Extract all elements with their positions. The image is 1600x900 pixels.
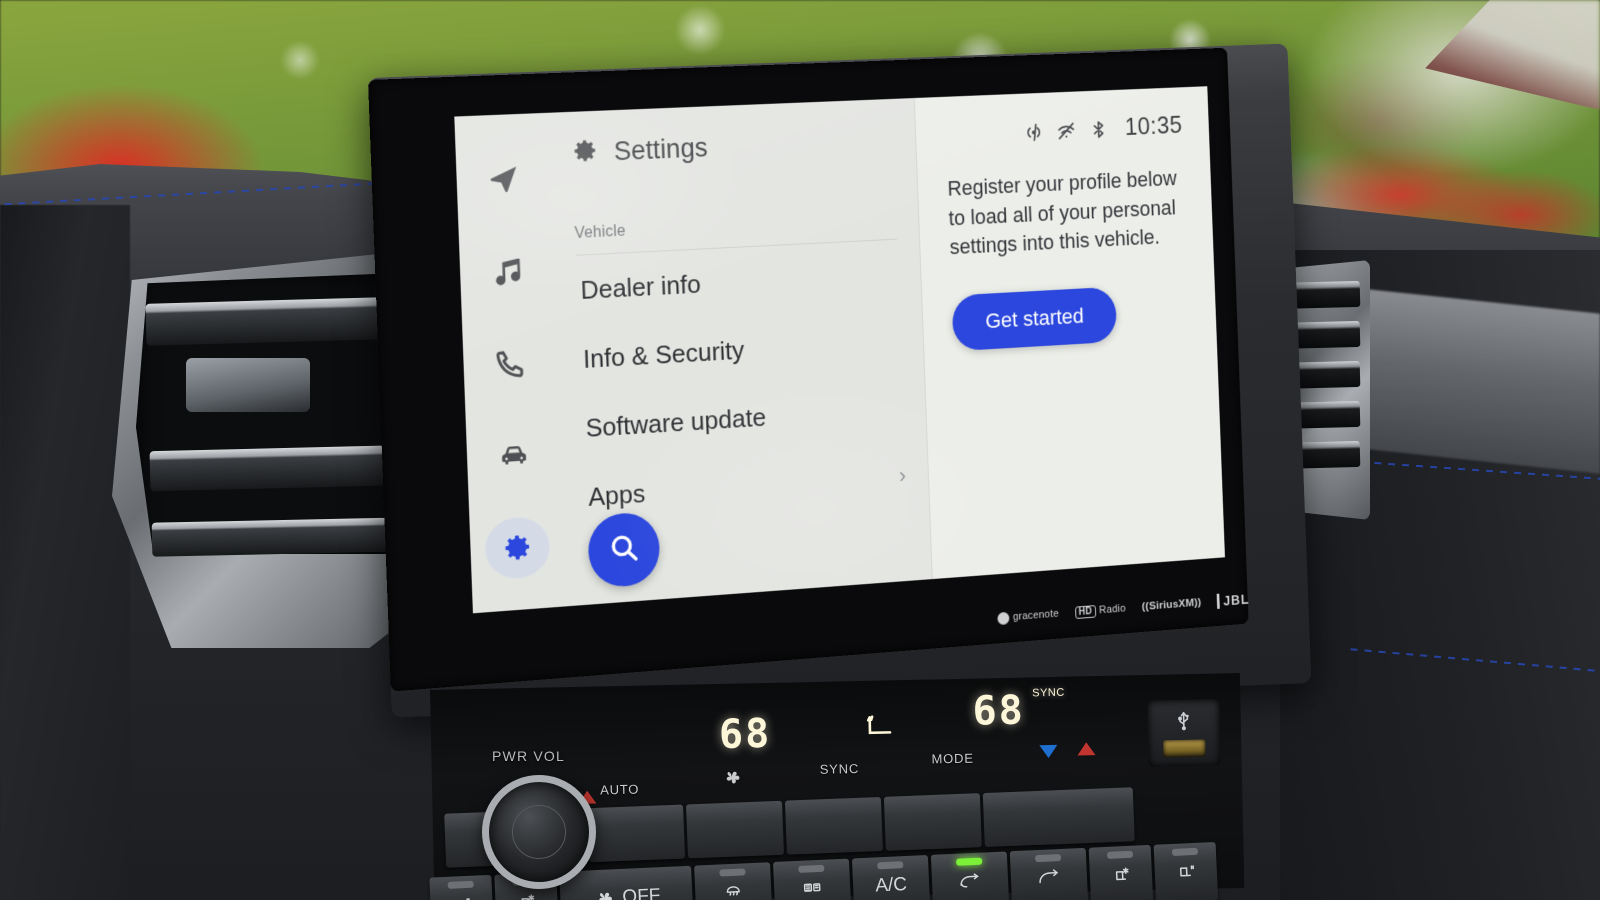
brand-hd-radio-label: Radio	[1098, 602, 1127, 617]
bluetooth-icon	[1089, 118, 1109, 140]
profile-register-message: Register your profile below to load all …	[947, 166, 1178, 260]
heated-seat-icon	[1173, 860, 1198, 884]
rail-item-phone[interactable]	[477, 331, 544, 395]
led-indicator	[798, 864, 825, 873]
led-indicator	[956, 857, 983, 866]
page-title: Settings	[613, 132, 709, 167]
music-note-icon	[490, 254, 522, 287]
led-indicator	[877, 861, 904, 870]
fresh-air-icon	[1037, 867, 1062, 891]
seat-heater-right-button[interactable]	[1153, 841, 1219, 900]
settings-item-label: Apps	[587, 477, 646, 512]
mode-button[interactable]	[883, 793, 982, 851]
vent-louver	[151, 517, 415, 557]
brand-jbl: JBL	[1216, 591, 1250, 609]
fan-icon	[722, 767, 742, 790]
led-indicator	[719, 868, 746, 877]
section-label-vehicle: Vehicle	[574, 222, 626, 242]
rear-defrost-icon	[800, 877, 825, 900]
settings-header: Settings	[547, 98, 916, 171]
snowflake-fan-icon	[599, 892, 612, 900]
cooled-seat-icon	[514, 890, 539, 900]
gear-icon	[571, 136, 599, 170]
usb-port[interactable]	[1147, 699, 1221, 767]
recirculation-button[interactable]	[930, 851, 1010, 900]
seat-heater-left-button[interactable]	[429, 874, 494, 900]
profile-detail-pane: 10:35 Register your profile below to loa…	[914, 86, 1225, 580]
sync-button[interactable]	[784, 796, 883, 855]
vent-object	[186, 358, 310, 412]
rear-defrost-button[interactable]	[772, 858, 852, 900]
label-sync: SYNC	[819, 761, 860, 777]
brand-siriusxm: ((SiriusXM))	[1142, 597, 1202, 613]
ac-label: A/C	[874, 874, 908, 897]
passenger-temp-down-indicator	[1039, 744, 1058, 759]
no-connection-icon	[1056, 120, 1077, 142]
auto-button[interactable]	[587, 804, 686, 863]
hd-radio-badge: HD	[1074, 604, 1096, 619]
navigation-arrow-icon	[487, 162, 519, 195]
settings-item-label: Dealer info	[580, 268, 702, 305]
label-auto: AUTO	[599, 781, 640, 798]
rail-item-settings[interactable]	[483, 515, 551, 581]
wireless-charging-muted-icon	[1024, 121, 1045, 143]
passenger-temp-up-indicator	[1077, 742, 1096, 756]
brand-siriusxm-label: ((SiriusXM))	[1141, 596, 1202, 613]
front-defrost-icon	[721, 881, 746, 900]
heated-seat-icon	[449, 893, 474, 900]
get-started-button[interactable]: Get started	[951, 286, 1118, 351]
ac-button[interactable]: A/C	[851, 855, 931, 900]
car-icon	[497, 439, 529, 473]
volume-knob-label: PWR VOL	[492, 748, 565, 764]
infotainment-ui: Settings Vehicle Dealer info Info & Secu…	[454, 86, 1225, 614]
settings-menu: Dealer info Info & Security Software upd…	[552, 239, 929, 534]
phone-icon	[494, 347, 526, 380]
status-clock: 10:35	[1124, 111, 1183, 141]
settings-item-label: Info & Security	[582, 334, 745, 374]
gracenote-mark-icon	[997, 611, 1010, 625]
fan-off-label: OFF	[621, 885, 661, 900]
led-indicator	[1034, 854, 1062, 863]
rail-item-vehicle[interactable]	[480, 423, 547, 488]
usb-socket	[1163, 739, 1206, 758]
usb-icon	[1172, 709, 1195, 736]
power-volume-knob[interactable]	[482, 775, 596, 889]
passenger-temp-rocker[interactable]	[982, 787, 1135, 848]
fresh-air-button[interactable]	[1009, 847, 1089, 900]
brand-jbl-label: JBL	[1223, 591, 1250, 609]
search-icon	[607, 530, 641, 571]
fan-speed-button[interactable]	[685, 800, 784, 859]
touchscreen[interactable]: Settings Vehicle Dealer info Info & Secu…	[454, 86, 1225, 614]
rail-item-media[interactable]	[473, 239, 540, 303]
brand-gracenote-label: gracenote	[1012, 607, 1060, 623]
vent-louver	[149, 444, 419, 492]
dashboard-right-trim	[1340, 286, 1600, 474]
front-defrost-button[interactable]	[694, 862, 773, 900]
brand-gracenote: gracenote	[997, 607, 1060, 625]
rail-item-navigation[interactable]	[470, 147, 537, 210]
chevron-right-icon: ›	[898, 463, 907, 488]
led-indicator	[447, 880, 474, 889]
label-mode: MODE	[931, 750, 974, 767]
brand-hd-radio: HD Radio	[1074, 602, 1127, 619]
infotainment-photo: gracenote HD Radio ((SiriusXM)) JBL Sett…	[0, 0, 1600, 900]
cooled-seat-icon	[1108, 863, 1133, 887]
seat-cooler-right-button[interactable]	[1088, 844, 1154, 900]
display-bezel: gracenote HD Radio ((SiriusXM)) JBL Sett…	[368, 47, 1250, 692]
gear-icon	[501, 531, 533, 565]
profile-register-block: Register your profile below to load all …	[917, 138, 1217, 352]
settings-item-label: Software update	[585, 401, 767, 443]
settings-list-pane: Settings Vehicle Dealer info Info & Secu…	[546, 98, 933, 607]
led-indicator	[1171, 847, 1199, 856]
bezel-brand-logos: gracenote HD Radio ((SiriusXM)) JBL	[997, 591, 1250, 626]
dashboard-left-panel	[0, 205, 130, 900]
recirculate-icon	[958, 870, 983, 894]
led-indicator	[1106, 850, 1134, 859]
